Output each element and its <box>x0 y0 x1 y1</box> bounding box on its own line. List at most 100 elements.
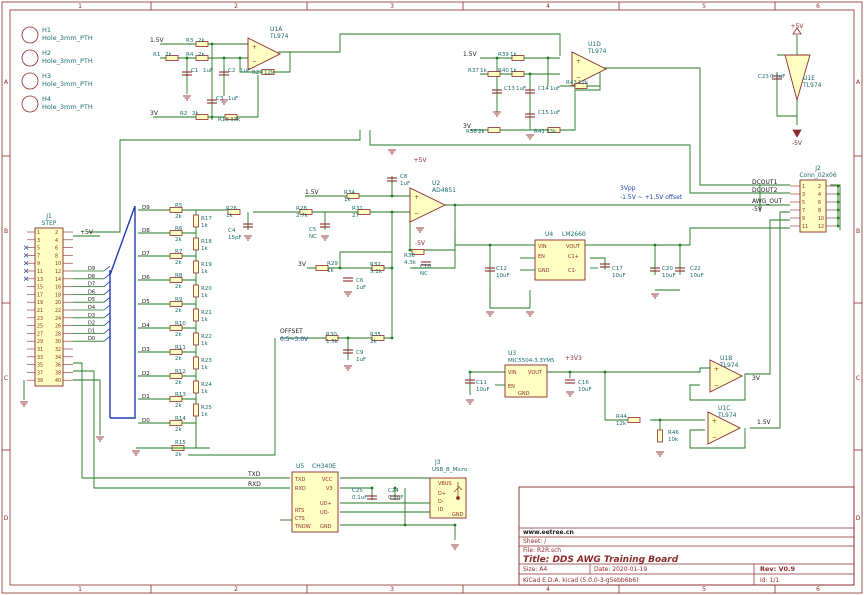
bit-label: D5 <box>142 299 150 305</box>
part-value: 12k <box>616 421 627 427</box>
part-ref: R35 <box>370 332 381 338</box>
part-value: 1uF <box>550 110 560 116</box>
part-ref: R39 <box>498 52 509 58</box>
part-ref: R27 <box>252 70 263 76</box>
part-ref: C23 <box>758 74 769 80</box>
part-ref: R22 <box>201 334 212 340</box>
part-value: 1uF <box>203 68 213 74</box>
pin-minus: − <box>712 434 717 441</box>
bus-entry <box>103 273 111 280</box>
part-value: MIC5504-3.3YM5 <box>508 358 555 364</box>
resistor-symbol <box>193 214 199 228</box>
part-value: 2k <box>165 52 172 58</box>
part-ref: R17 <box>201 216 212 222</box>
part-ref: R43 <box>566 80 577 86</box>
bus-entry <box>103 304 111 311</box>
net-label: AWG_OUT <box>752 198 782 205</box>
rail-label: -5V <box>415 240 426 247</box>
col-label: 2 <box>234 586 238 593</box>
part-ref: C8 <box>400 174 408 180</box>
bus-entry <box>103 281 111 287</box>
part-value: 33k <box>230 117 241 123</box>
rail-label: +5V <box>414 157 428 164</box>
part-ref: R13 <box>175 392 186 398</box>
part-ref: C20 <box>662 266 673 272</box>
part-ref: R9 <box>175 297 183 303</box>
pin-plus: + <box>714 366 719 373</box>
pin-plus: + <box>414 194 419 201</box>
col-label: 6 <box>816 586 820 593</box>
part-ref: U1D <box>588 41 601 48</box>
junction-dot <box>210 42 214 46</box>
part-value: LM2660 <box>562 231 586 238</box>
pin-number: 3 <box>802 192 805 198</box>
junction-dot <box>390 210 394 214</box>
pin-number: 20 <box>55 300 61 306</box>
net-label: RXD <box>248 481 261 488</box>
part-ref: R18 <box>201 239 212 245</box>
capacitor-symbol <box>565 379 575 384</box>
bit-label: D3 <box>142 347 150 353</box>
part-value: 2k <box>175 452 182 458</box>
col-label: 4 <box>546 3 550 10</box>
pin-number: 16 <box>55 285 61 291</box>
col-label: 4 <box>546 586 550 593</box>
ladder-wires <box>138 209 228 449</box>
pin-number: 8 <box>55 253 58 259</box>
part-ref: U1B <box>720 355 732 362</box>
pin-number: 2 <box>818 184 821 190</box>
part-value: 10k <box>668 437 679 443</box>
data-bus <box>110 206 136 419</box>
part-ref: C25 <box>352 488 363 494</box>
part-ref: C24 <box>388 488 399 494</box>
pin-name: VIN <box>508 370 517 376</box>
pin-number: 25 <box>37 324 43 330</box>
part-value: 10uF <box>690 273 704 279</box>
pin-number: 11 <box>802 224 808 230</box>
ground-icon <box>20 401 28 407</box>
pin-number: 31 <box>37 347 43 353</box>
connector-j1: J1 STEP 1 23 45 67 89 1011 1213 1415 1617 1819 202… <box>23 213 111 418</box>
net-label: +5V <box>80 229 94 236</box>
hole-icon <box>21 72 39 90</box>
part-ref: C9 <box>356 350 364 356</box>
part-value: 1k <box>201 223 208 229</box>
junction-dot <box>488 243 492 247</box>
junction-dot <box>546 56 550 60</box>
bus-entry <box>103 296 111 303</box>
part-value: 1k <box>327 268 334 274</box>
connector-j2: J2 Conn_02x06 1 23 45 67 89 1011 12 DCOUT1 DCO… <box>752 165 840 233</box>
part-ref: J1 <box>45 213 52 220</box>
pin-name: GND <box>320 524 332 530</box>
junction-dot <box>390 266 394 270</box>
part-value: 1k <box>510 68 517 74</box>
col-label: 1 <box>78 586 82 593</box>
part-ref: R41 <box>534 129 545 135</box>
net-label: 3V <box>752 375 761 382</box>
resistor-symbol <box>193 356 199 370</box>
net-label: DCOUT2 <box>752 187 778 194</box>
part-ref: R24 <box>201 382 212 388</box>
part-value: TL974 <box>719 362 739 369</box>
ground-icon <box>526 311 534 317</box>
part-value: 0.1uF <box>770 74 785 80</box>
opamp-u1e: U1E TL974 +5V -5V <box>784 23 822 147</box>
net-label: D8 <box>88 274 95 280</box>
part-ref: C12 <box>496 266 507 272</box>
part-ref: U1C <box>718 405 730 412</box>
ground-icon <box>466 399 474 405</box>
pin-name: CTS <box>295 516 305 522</box>
part-ref: R11 <box>175 345 186 351</box>
row-label: D <box>4 515 9 522</box>
resistor-symbol <box>193 284 199 298</box>
part-value: TL974 <box>717 412 737 419</box>
pin-number: 14 <box>55 277 61 283</box>
part-value: 1k <box>201 317 208 323</box>
part-ref: R29 <box>327 261 338 267</box>
part-ref: C10 <box>420 264 431 270</box>
junction-dot <box>453 523 457 527</box>
junction-dot <box>403 523 407 527</box>
junction-dot <box>222 56 226 60</box>
part-ref: R23 <box>201 358 212 364</box>
part-ref: U4 <box>545 231 553 238</box>
